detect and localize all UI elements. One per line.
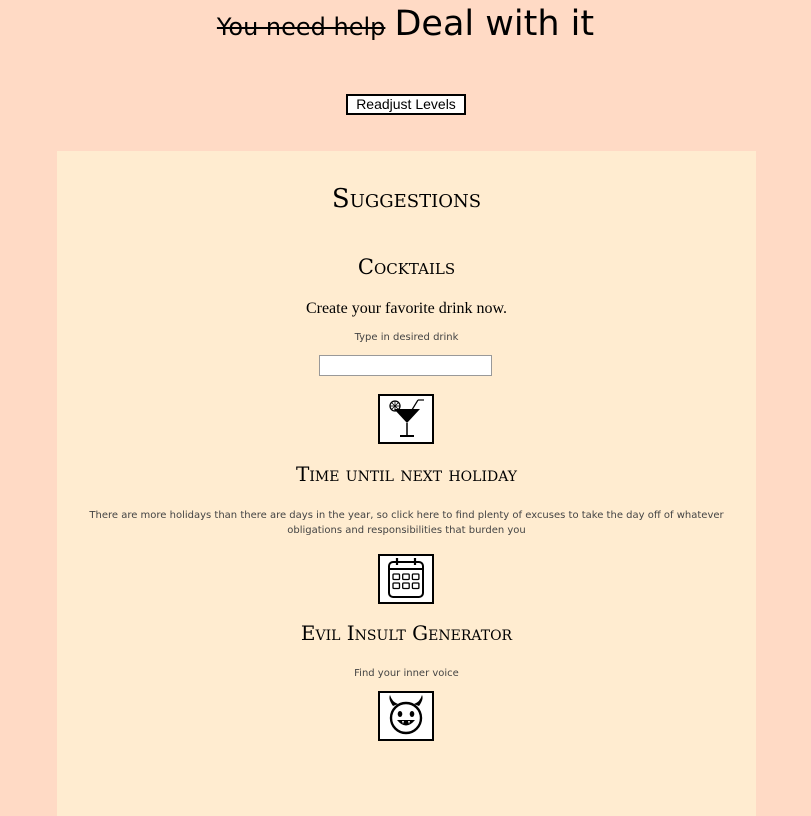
cocktail-button[interactable]: [378, 394, 434, 444]
drink-input-label: Type in desired drink: [354, 332, 459, 343]
calendar-icon: [388, 558, 424, 598]
insult-description: Find your inner voice: [354, 668, 459, 679]
suggestions-title: Suggestions: [331, 184, 482, 214]
page-title: Deal with it: [394, 4, 595, 44]
holiday-title: Time until next holiday: [295, 462, 517, 486]
insult-button[interactable]: [378, 691, 434, 741]
calendar-button[interactable]: [378, 554, 434, 604]
devil-face-icon: [389, 695, 423, 735]
cocktails-title: Cocktails: [357, 255, 456, 279]
insult-title: Evil Insult Generator: [300, 621, 513, 645]
cocktail-icon: [389, 399, 424, 437]
holiday-description: There are more holidays than there are d…: [89, 510, 724, 536]
readjust-levels-button[interactable]: Readjust Levels: [346, 94, 466, 115]
suggestions-panel: Suggestions Cocktails Create your favori…: [57, 151, 756, 816]
struck-title: You need help: [216, 13, 386, 41]
drink-input[interactable]: [319, 355, 492, 376]
page-header: You need help Deal with it: [0, 4, 811, 44]
cocktails-tagline: Create your favorite drink now.: [305, 300, 508, 317]
